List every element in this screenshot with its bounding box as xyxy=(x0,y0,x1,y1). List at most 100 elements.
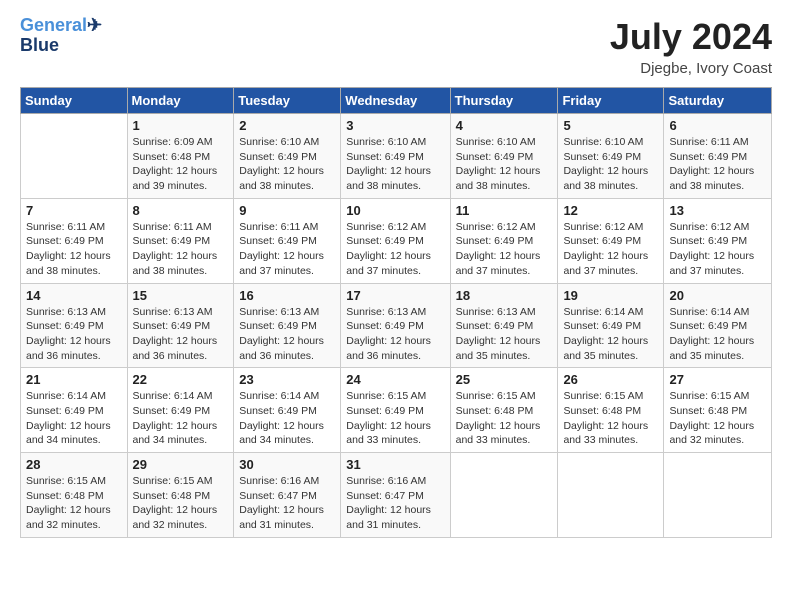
calendar-cell: 20 Sunrise: 6:14 AM Sunset: 6:49 PM Dayli… xyxy=(664,283,772,368)
calendar-cell: 11Sunrise: 6:12 AM Sunset: 6:49 PM Dayli… xyxy=(450,198,558,283)
day-info: Sunrise: 6:13 AM Sunset: 6:49 PM Dayligh… xyxy=(346,305,444,364)
day-number: 30 xyxy=(239,457,335,472)
day-info: Sunrise: 6:12 AM Sunset: 6:49 PM Dayligh… xyxy=(563,220,658,279)
calendar-cell: 14 Sunrise: 6:13 AM Sunset: 6:49 PM Dayli… xyxy=(21,283,128,368)
day-number: 9 xyxy=(239,203,335,218)
header-sunday: Sunday xyxy=(21,88,128,114)
day-info: Sunrise: 6:12 AM Sunset: 6:49 PM Dayligh… xyxy=(346,220,444,279)
calendar-cell: 4 Sunrise: 6:10 AM Sunset: 6:49 PM Daylig… xyxy=(450,114,558,199)
day-info: Sunrise: 6:11 AM Sunset: 6:49 PM Dayligh… xyxy=(133,220,229,279)
logo-line1: General xyxy=(20,15,87,35)
calendar-cell: 27 Sunrise: 6:15 AM Sunset: 6:48 PM Dayli… xyxy=(664,368,772,453)
day-number: 24 xyxy=(346,372,444,387)
day-number: 22 xyxy=(133,372,229,387)
calendar-cell: 9 Sunrise: 6:11 AM Sunset: 6:49 PM Daylig… xyxy=(234,198,341,283)
header-saturday: Saturday xyxy=(664,88,772,114)
day-number: 6 xyxy=(669,118,766,133)
calendar-cell: 7 Sunrise: 6:11 AM Sunset: 6:49 PM Daylig… xyxy=(21,198,128,283)
calendar-week-row: 28 Sunrise: 6:15 AM Sunset: 6:48 PM Dayli… xyxy=(21,453,772,538)
day-info: Sunrise: 6:16 AM Sunset: 6:47 PM Dayligh… xyxy=(239,474,335,533)
logo-line2: Blue xyxy=(20,35,59,55)
day-info: Sunrise: 6:10 AM Sunset: 6:49 PM Dayligh… xyxy=(563,135,658,194)
day-info: Sunrise: 6:14 AM Sunset: 6:49 PM Dayligh… xyxy=(133,389,229,448)
calendar-cell: 16 Sunrise: 6:13 AM Sunset: 6:49 PM Dayli… xyxy=(234,283,341,368)
day-info: Sunrise: 6:15 AM Sunset: 6:48 PM Dayligh… xyxy=(669,389,766,448)
day-number: 25 xyxy=(456,372,553,387)
header-wednesday: Wednesday xyxy=(341,88,450,114)
calendar-week-row: 7 Sunrise: 6:11 AM Sunset: 6:49 PM Daylig… xyxy=(21,198,772,283)
weekday-header-row: Sunday Monday Tuesday Wednesday Thursday… xyxy=(21,88,772,114)
calendar-cell: 17 Sunrise: 6:13 AM Sunset: 6:49 PM Dayli… xyxy=(341,283,450,368)
day-number: 17 xyxy=(346,288,444,303)
calendar-cell: 8 Sunrise: 6:11 AM Sunset: 6:49 PM Daylig… xyxy=(127,198,234,283)
day-info: Sunrise: 6:10 AM Sunset: 6:49 PM Dayligh… xyxy=(456,135,553,194)
page-header: General✈ Blue July 2024 Djegbe, Ivory Co… xyxy=(20,16,772,77)
day-number: 8 xyxy=(133,203,229,218)
location: Djegbe, Ivory Coast xyxy=(610,60,772,77)
day-info: Sunrise: 6:14 AM Sunset: 6:49 PM Dayligh… xyxy=(26,389,122,448)
calendar-cell: 2 Sunrise: 6:10 AM Sunset: 6:49 PM Daylig… xyxy=(234,114,341,199)
day-number: 14 xyxy=(26,288,122,303)
calendar-cell: 30 Sunrise: 6:16 AM Sunset: 6:47 PM Dayli… xyxy=(234,453,341,538)
day-info: Sunrise: 6:15 AM Sunset: 6:48 PM Dayligh… xyxy=(456,389,553,448)
calendar-cell: 28 Sunrise: 6:15 AM Sunset: 6:48 PM Dayli… xyxy=(21,453,128,538)
day-number: 16 xyxy=(239,288,335,303)
day-info: Sunrise: 6:16 AM Sunset: 6:47 PM Dayligh… xyxy=(346,474,444,533)
calendar-cell: 6Sunrise: 6:11 AM Sunset: 6:49 PM Daylig… xyxy=(664,114,772,199)
day-number: 31 xyxy=(346,457,444,472)
day-info: Sunrise: 6:10 AM Sunset: 6:49 PM Dayligh… xyxy=(239,135,335,194)
calendar-cell xyxy=(664,453,772,538)
calendar-cell: 23Sunrise: 6:14 AM Sunset: 6:49 PM Dayli… xyxy=(234,368,341,453)
day-number: 27 xyxy=(669,372,766,387)
day-number: 28 xyxy=(26,457,122,472)
calendar-cell: 3 Sunrise: 6:10 AM Sunset: 6:49 PM Daylig… xyxy=(341,114,450,199)
calendar-cell: 25 Sunrise: 6:15 AM Sunset: 6:48 PM Dayli… xyxy=(450,368,558,453)
day-info: Sunrise: 6:10 AM Sunset: 6:49 PM Dayligh… xyxy=(346,135,444,194)
day-info: Sunrise: 6:11 AM Sunset: 6:49 PM Dayligh… xyxy=(26,220,122,279)
calendar-cell: 22 Sunrise: 6:14 AM Sunset: 6:49 PM Dayli… xyxy=(127,368,234,453)
day-info: Sunrise: 6:15 AM Sunset: 6:49 PM Dayligh… xyxy=(346,389,444,448)
calendar-cell xyxy=(450,453,558,538)
day-info: Sunrise: 6:11 AM Sunset: 6:49 PM Dayligh… xyxy=(239,220,335,279)
calendar-cell: 13Sunrise: 6:12 AM Sunset: 6:49 PM Dayli… xyxy=(664,198,772,283)
day-number: 23 xyxy=(239,372,335,387)
day-number: 26 xyxy=(563,372,658,387)
day-info: Sunrise: 6:14 AM Sunset: 6:49 PM Dayligh… xyxy=(563,305,658,364)
day-info: Sunrise: 6:12 AM Sunset: 6:49 PM Dayligh… xyxy=(669,220,766,279)
calendar-cell: 5 Sunrise: 6:10 AM Sunset: 6:49 PM Daylig… xyxy=(558,114,664,199)
calendar-cell: 15Sunrise: 6:13 AM Sunset: 6:49 PM Dayli… xyxy=(127,283,234,368)
day-number: 20 xyxy=(669,288,766,303)
day-info: Sunrise: 6:13 AM Sunset: 6:49 PM Dayligh… xyxy=(239,305,335,364)
title-block: July 2024 Djegbe, Ivory Coast xyxy=(610,16,772,77)
day-info: Sunrise: 6:13 AM Sunset: 6:49 PM Dayligh… xyxy=(26,305,122,364)
day-number: 21 xyxy=(26,372,122,387)
day-number: 1 xyxy=(133,118,229,133)
calendar-cell: 12Sunrise: 6:12 AM Sunset: 6:49 PM Dayli… xyxy=(558,198,664,283)
header-tuesday: Tuesday xyxy=(234,88,341,114)
day-number: 5 xyxy=(563,118,658,133)
day-info: Sunrise: 6:14 AM Sunset: 6:49 PM Dayligh… xyxy=(669,305,766,364)
day-number: 10 xyxy=(346,203,444,218)
calendar-cell xyxy=(558,453,664,538)
calendar-cell: 21 Sunrise: 6:14 AM Sunset: 6:49 PM Dayli… xyxy=(21,368,128,453)
day-number: 29 xyxy=(133,457,229,472)
calendar-cell: 19Sunrise: 6:14 AM Sunset: 6:49 PM Dayli… xyxy=(558,283,664,368)
day-number: 3 xyxy=(346,118,444,133)
day-info: Sunrise: 6:15 AM Sunset: 6:48 PM Dayligh… xyxy=(133,474,229,533)
day-number: 2 xyxy=(239,118,335,133)
calendar-cell: 26 Sunrise: 6:15 AM Sunset: 6:48 PM Dayli… xyxy=(558,368,664,453)
month-title: July 2024 xyxy=(610,16,772,58)
day-info: Sunrise: 6:13 AM Sunset: 6:49 PM Dayligh… xyxy=(456,305,553,364)
day-info: Sunrise: 6:15 AM Sunset: 6:48 PM Dayligh… xyxy=(26,474,122,533)
calendar-cell: 24 Sunrise: 6:15 AM Sunset: 6:49 PM Dayli… xyxy=(341,368,450,453)
day-number: 4 xyxy=(456,118,553,133)
header-thursday: Thursday xyxy=(450,88,558,114)
calendar-cell: 29 Sunrise: 6:15 AM Sunset: 6:48 PM Dayli… xyxy=(127,453,234,538)
day-number: 7 xyxy=(26,203,122,218)
day-info: Sunrise: 6:12 AM Sunset: 6:49 PM Dayligh… xyxy=(456,220,553,279)
calendar-week-row: 21 Sunrise: 6:14 AM Sunset: 6:49 PM Dayli… xyxy=(21,368,772,453)
day-number: 15 xyxy=(133,288,229,303)
day-info: Sunrise: 6:15 AM Sunset: 6:48 PM Dayligh… xyxy=(563,389,658,448)
day-number: 18 xyxy=(456,288,553,303)
header-friday: Friday xyxy=(558,88,664,114)
